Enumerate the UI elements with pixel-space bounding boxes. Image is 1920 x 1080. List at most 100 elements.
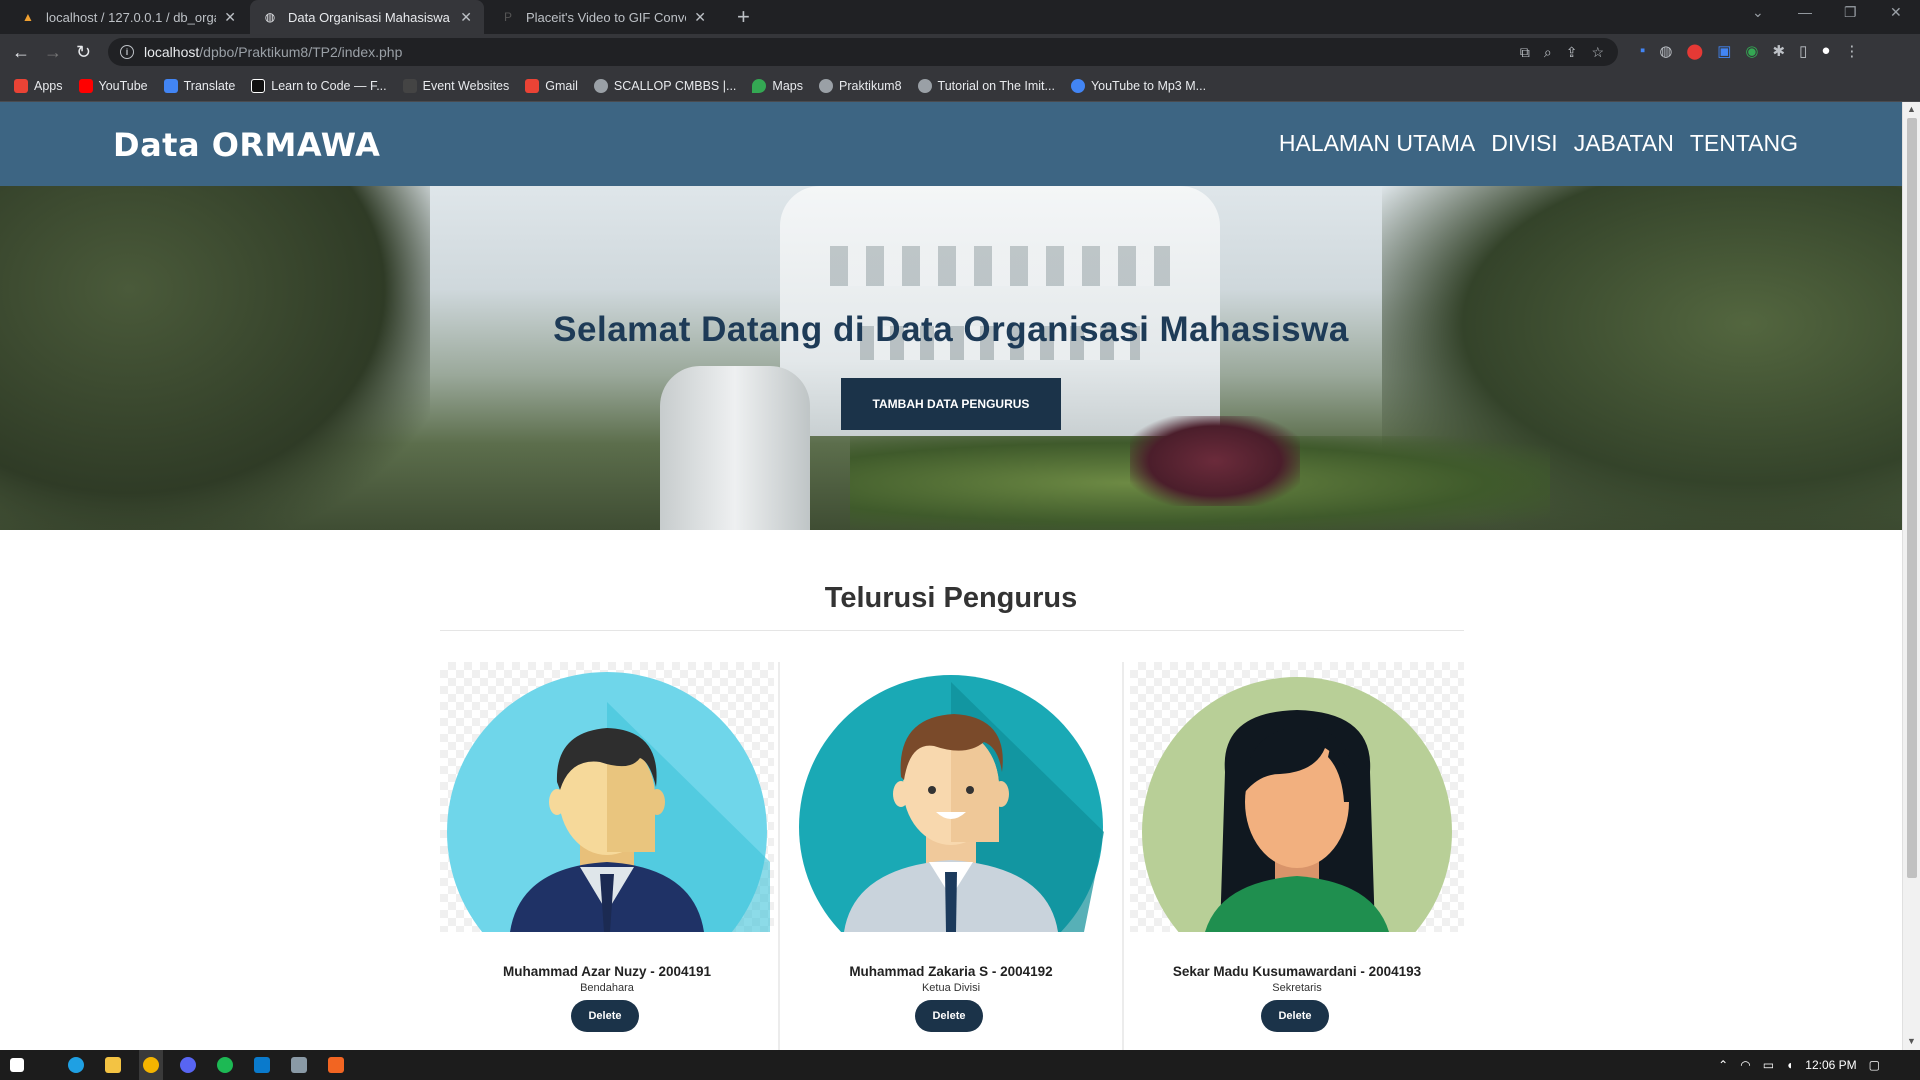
back-arrow-icon[interactable]: ← bbox=[12, 42, 30, 63]
edge-icon[interactable] bbox=[68, 1057, 84, 1073]
profile-avatar[interactable]: ● bbox=[1821, 42, 1830, 60]
volume-icon[interactable]: ◖ bbox=[1786, 1058, 1793, 1072]
reload-icon[interactable]: ↻ bbox=[76, 42, 91, 63]
close-icon[interactable]: ✕ bbox=[694, 9, 706, 26]
pengurus-role: Sekretaris bbox=[1272, 982, 1322, 994]
hero-background-trees bbox=[0, 186, 430, 530]
avatar bbox=[784, 662, 1118, 932]
address-bar[interactable]: i localhost/dpbo/Praktikum8/TP2/index.ph… bbox=[108, 38, 1618, 66]
pengurus-name: Muhammad Azar Nuzy - 2004191 bbox=[502, 964, 712, 979]
share-icon[interactable]: ⇪ bbox=[1566, 44, 1578, 61]
nav-divisi[interactable]: DIVISI bbox=[1491, 130, 1557, 157]
scallop-icon bbox=[593, 78, 608, 93]
vscode-icon[interactable] bbox=[254, 1057, 270, 1073]
bookmark-youtube-mp3[interactable]: YouTube to Mp3 M... bbox=[1070, 78, 1206, 93]
bookmark-freecodecamp[interactable]: Learn to Code — F... bbox=[251, 78, 387, 93]
gear-icon bbox=[917, 78, 932, 93]
site-navbar: Data ORMAWA HALAMAN UTAMA DIVISI JABATAN… bbox=[0, 102, 1902, 186]
url-path: /dpbo/Praktikum8/TP2/index.php bbox=[199, 44, 403, 60]
card-separator bbox=[778, 662, 780, 1050]
site-brand[interactable]: Data ORMAWA bbox=[113, 126, 380, 164]
adblock-icon[interactable]: ⬤ bbox=[1686, 42, 1703, 60]
youtube-icon bbox=[78, 78, 93, 93]
section-title: Telurusi Pengurus bbox=[824, 582, 1078, 614]
puzzle-icon[interactable]: ✱ bbox=[1773, 42, 1786, 60]
zoom-icon[interactable]: ⌕ bbox=[1544, 44, 1552, 61]
forward-arrow-icon[interactable]: → bbox=[44, 42, 62, 63]
info-icon[interactable]: i bbox=[120, 45, 134, 59]
tab-phpmyadmin[interactable]: ▲ localhost / 127.0.0.1 / db_organis ✕ bbox=[8, 0, 248, 34]
delete-button[interactable]: Delete bbox=[571, 1000, 639, 1032]
windows-start-icon[interactable] bbox=[10, 1058, 24, 1072]
bookmark-scallop[interactable]: SCALLOP CMBBS |... bbox=[593, 78, 736, 93]
clock[interactable]: 12:06 PM bbox=[1805, 1058, 1856, 1072]
bookmark-youtube[interactable]: YouTube bbox=[78, 78, 148, 93]
notification-icon[interactable]: ▢ bbox=[1869, 1058, 1880, 1072]
windows-taskbar: ⌃ ◠ ▭ ◖ 12:06 PM ▢ bbox=[0, 1050, 1920, 1080]
network-app-icon[interactable] bbox=[291, 1057, 307, 1073]
side-panel-icon[interactable]: ▯ bbox=[1799, 42, 1807, 60]
close-window-button[interactable]: ✕ bbox=[1890, 4, 1902, 21]
page-scrollbar[interactable]: ▲ ▼ bbox=[1902, 102, 1920, 1050]
chevron-up-icon[interactable]: ⌃ bbox=[1718, 1058, 1728, 1072]
extensions-area: ▪ ◍ ⬤ ▣ ◉ ✱ ▯ ● ⋮ bbox=[1640, 42, 1859, 60]
browser-chrome: ▲ localhost / 127.0.0.1 / db_organis ✕ ◍… bbox=[0, 0, 1920, 102]
extension-icon[interactable]: ▪ bbox=[1640, 42, 1645, 60]
globe-icon: ◍ bbox=[264, 10, 276, 24]
minimize-button[interactable]: — bbox=[1798, 4, 1812, 20]
pengurus-card: Muhammad Zakaria S - 2004192 Ketua Divis… bbox=[784, 662, 1124, 1050]
male-avatar-icon bbox=[447, 672, 770, 932]
system-tray: ⌃ ◠ ▭ ◖ 12:06 PM ▢ bbox=[1718, 1058, 1880, 1072]
bookmark-translate[interactable]: Translate bbox=[163, 78, 235, 93]
pengurus-card: Muhammad Azar Nuzy - 2004191 Bendahara D… bbox=[440, 662, 780, 1050]
add-pengurus-button[interactable]: TAMBAH DATA PENGURUS bbox=[841, 378, 1061, 430]
chrome-icon[interactable] bbox=[143, 1057, 159, 1073]
new-tab-button[interactable]: + bbox=[737, 4, 750, 30]
phpmyadmin-icon: ▲ bbox=[22, 10, 34, 24]
scroll-down-arrow-icon[interactable]: ▼ bbox=[1907, 1036, 1916, 1046]
scroll-up-arrow-icon[interactable]: ▲ bbox=[1907, 104, 1916, 114]
close-icon[interactable]: ✕ bbox=[460, 9, 472, 26]
bookmark-star-icon[interactable]: ☆ bbox=[1591, 44, 1604, 61]
bookmark-maps[interactable]: Maps bbox=[752, 78, 803, 93]
spotify-icon[interactable] bbox=[217, 1057, 233, 1073]
bookmark-apps[interactable]: Apps bbox=[14, 78, 63, 93]
nav-halaman-utama[interactable]: HALAMAN UTAMA bbox=[1279, 130, 1475, 157]
discord-icon[interactable] bbox=[180, 1057, 196, 1073]
bookmark-gmail[interactable]: Gmail bbox=[525, 78, 578, 93]
scrollbar-thumb[interactable] bbox=[1907, 118, 1917, 878]
battery-icon[interactable]: ▭ bbox=[1763, 1058, 1774, 1072]
delete-button[interactable]: Delete bbox=[1261, 1000, 1329, 1032]
nav-tentang[interactable]: TENTANG bbox=[1690, 130, 1798, 157]
maps-pin-icon bbox=[752, 78, 767, 93]
translate-extension-icon[interactable]: ▣ bbox=[1717, 42, 1731, 60]
url-host: localhost bbox=[144, 44, 200, 60]
menu-dots-icon[interactable]: ⋮ bbox=[1844, 42, 1859, 60]
globe-extension-icon[interactable]: ◍ bbox=[1659, 42, 1672, 60]
bookmark-tutorial[interactable]: Tutorial on The Imit... bbox=[917, 78, 1055, 93]
bookmarks-bar: Apps YouTube Translate Learn to Code — F… bbox=[0, 70, 1920, 102]
gmail-icon bbox=[525, 78, 540, 93]
bookmark-praktikum8[interactable]: Praktikum8 bbox=[819, 78, 902, 93]
wifi-icon[interactable]: ◠ bbox=[1740, 1058, 1750, 1072]
tab-placeit[interactable]: P Placeit's Video to GIF Converter ✕ bbox=[488, 0, 718, 34]
pengurus-name: Sekar Madu Kusumawardani - 2004193 bbox=[1172, 964, 1422, 979]
grammar-extension-icon[interactable]: ◉ bbox=[1745, 42, 1758, 60]
file-explorer-icon[interactable] bbox=[105, 1057, 121, 1073]
open-in-app-icon[interactable]: ⧉ bbox=[1520, 44, 1530, 61]
xampp-icon[interactable] bbox=[328, 1057, 344, 1073]
close-icon[interactable]: ✕ bbox=[224, 9, 236, 26]
delete-button[interactable]: Delete bbox=[915, 1000, 983, 1032]
tab-data-organisasi[interactable]: ◍ Data Organisasi Mahasiswa ✕ bbox=[250, 0, 484, 34]
placeit-icon: P bbox=[503, 10, 512, 24]
avatar bbox=[1130, 662, 1464, 932]
bookmark-event-websites[interactable]: Event Websites bbox=[402, 78, 509, 93]
apps-grid-icon bbox=[14, 78, 28, 93]
w-icon bbox=[402, 78, 417, 93]
restore-button[interactable]: ❐ bbox=[1844, 4, 1857, 21]
nav-jabatan[interactable]: JABATAN bbox=[1574, 130, 1674, 157]
tab-title: Placeit's Video to GIF Converter bbox=[526, 9, 686, 25]
card-separator bbox=[1122, 662, 1124, 1050]
main-menu: HALAMAN UTAMA DIVISI JABATAN TENTANG bbox=[1279, 130, 1798, 157]
tab-search-icon[interactable]: ⌄ bbox=[1752, 4, 1764, 21]
